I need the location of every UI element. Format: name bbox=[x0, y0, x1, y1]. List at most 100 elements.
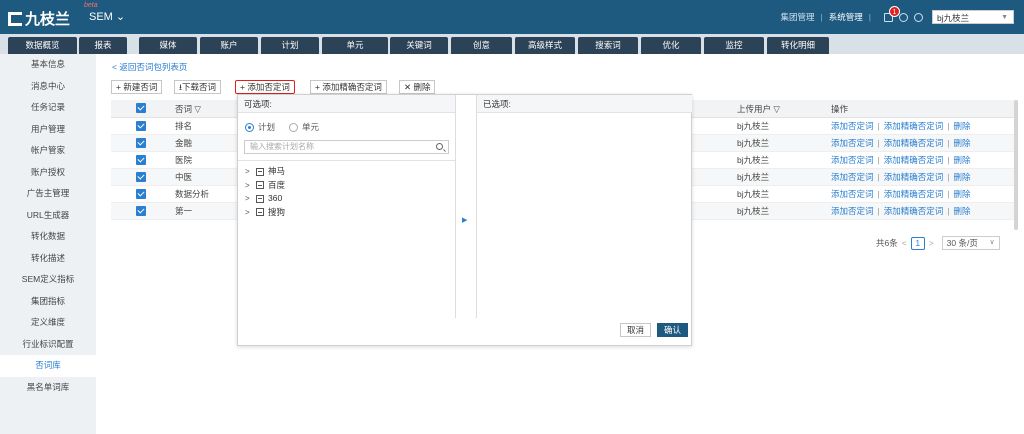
add-exact-negative-link[interactable]: 添加精确否定词 bbox=[884, 121, 944, 131]
tab-optimize[interactable]: 优化 bbox=[641, 37, 701, 54]
chevron-right-icon[interactable]: > bbox=[245, 192, 253, 206]
delete-button[interactable]: ✕ 删除 bbox=[399, 80, 436, 94]
tab-overview[interactable]: 数据概览 bbox=[8, 37, 77, 54]
tab-account[interactable]: 账户 bbox=[200, 37, 258, 54]
add-exact-negative-link[interactable]: 添加精确否定词 bbox=[884, 189, 944, 199]
sidebar-item-sem-metrics[interactable]: SEM定义指标 bbox=[0, 269, 96, 291]
sidebar-item-dimensions[interactable]: 定义维度 bbox=[0, 312, 96, 334]
add-negative-link[interactable]: 添加否定词 bbox=[831, 172, 874, 182]
sidebar-item-conversion-desc[interactable]: 转化描述 bbox=[0, 248, 96, 270]
add-exact-negative-button[interactable]: + 添加精确否定词 bbox=[310, 80, 387, 94]
group-management-link[interactable]: 集团管理 bbox=[781, 11, 815, 23]
sidebar-item-url-generator[interactable]: URL生成器 bbox=[0, 205, 96, 227]
add-negative-link[interactable]: 添加否定词 bbox=[831, 121, 874, 131]
back-link[interactable]: < 返回否词包列表页 bbox=[112, 61, 187, 73]
separator: | bbox=[877, 206, 880, 216]
page-size-select[interactable]: 30 条/页 ∨ bbox=[941, 236, 1000, 250]
tree-checkbox[interactable] bbox=[256, 208, 264, 217]
tab-creative[interactable]: 创意 bbox=[451, 37, 512, 54]
tab-conversion-detail[interactable]: 转化明细 bbox=[767, 37, 829, 54]
prev-page-icon[interactable]: < bbox=[902, 238, 907, 248]
plan-search-input[interactable]: 输入搜索计划名称 bbox=[244, 140, 449, 154]
delete-link[interactable]: 删除 bbox=[953, 138, 970, 148]
row-checkbox[interactable] bbox=[136, 189, 146, 199]
sidebar-item-negative-library[interactable]: 否词库 bbox=[0, 355, 96, 377]
delete-link[interactable]: 删除 bbox=[953, 206, 970, 216]
system-management-link[interactable]: 系统管理 bbox=[829, 11, 863, 23]
add-exact-negative-link[interactable]: 添加精确否定词 bbox=[884, 206, 944, 216]
sidebar-item-tasks[interactable]: 任务记录 bbox=[0, 97, 96, 119]
row-checkbox[interactable] bbox=[136, 121, 146, 131]
sidebar-item-authorization[interactable]: 账户授权 bbox=[0, 162, 96, 184]
row-checkbox[interactable] bbox=[136, 206, 146, 216]
sidebar-item-industry-tags[interactable]: 行业标识配置 bbox=[0, 334, 96, 356]
word-cell: 第一 bbox=[175, 206, 193, 216]
refresh-icon[interactable] bbox=[914, 12, 923, 22]
row-checkbox[interactable] bbox=[136, 138, 146, 148]
sidebar-item-account-manager[interactable]: 帐户管家 bbox=[0, 140, 96, 162]
tab-unit[interactable]: 单元 bbox=[322, 37, 388, 54]
delete-link[interactable]: 删除 bbox=[953, 121, 970, 131]
tree-item[interactable]: > 百度 bbox=[245, 179, 455, 193]
chevron-right-icon[interactable]: > bbox=[245, 165, 253, 179]
sidebar-item-users[interactable]: 用户管理 bbox=[0, 119, 96, 141]
radio-plan[interactable] bbox=[245, 122, 254, 132]
tab-media[interactable]: 媒体 bbox=[139, 37, 197, 54]
ops-cell: 添加否定词 | 添加精确否定词 | 删除 bbox=[831, 186, 970, 203]
tab-report[interactable]: 报表 bbox=[79, 37, 127, 54]
tab-search-term[interactable]: 搜索词 bbox=[578, 37, 638, 54]
filter-icon[interactable]: ▽ bbox=[773, 104, 780, 114]
chevron-down-icon: ∨ bbox=[989, 239, 995, 246]
add-exact-negative-link[interactable]: 添加精确否定词 bbox=[884, 138, 944, 148]
search-icon[interactable] bbox=[436, 143, 443, 150]
row-checkbox[interactable] bbox=[136, 155, 146, 165]
filter-icon[interactable]: ▽ bbox=[194, 104, 201, 114]
chevron-right-icon[interactable]: > bbox=[245, 206, 253, 220]
new-negative-button[interactable]: + 新建否词 bbox=[111, 80, 163, 94]
chevron-right-icon[interactable]: > bbox=[245, 179, 253, 193]
delete-link[interactable]: 删除 bbox=[953, 155, 970, 165]
add-negative-link[interactable]: 添加否定词 bbox=[831, 189, 874, 199]
tab-plan[interactable]: 计划 bbox=[261, 37, 319, 54]
add-negative-link[interactable]: 添加否定词 bbox=[831, 155, 874, 165]
sidebar-item-basic-info[interactable]: 基本信息 bbox=[0, 54, 96, 76]
tree-item[interactable]: >360 bbox=[245, 192, 455, 206]
add-negative-link[interactable]: 添加否定词 bbox=[831, 138, 874, 148]
tab-keyword[interactable]: 关键词 bbox=[390, 37, 448, 54]
tree-item[interactable]: > 搜狗 bbox=[245, 206, 455, 220]
table-scrollbar[interactable] bbox=[1014, 100, 1018, 230]
tree-checkbox[interactable] bbox=[256, 167, 264, 176]
radio-unit[interactable] bbox=[289, 122, 299, 132]
select-all-checkbox[interactable] bbox=[136, 103, 146, 113]
sidebar-item-advertisers[interactable]: 广告主管理 bbox=[0, 183, 96, 205]
sidebar-item-blacklist[interactable]: 黑名单词库 bbox=[0, 377, 96, 399]
current-page[interactable]: 1 bbox=[910, 236, 925, 250]
tree-checkbox[interactable] bbox=[256, 194, 264, 203]
next-page-icon[interactable]: > bbox=[929, 238, 934, 248]
delete-link[interactable]: 删除 bbox=[953, 189, 970, 199]
sidebar-item-conversion-data[interactable]: 转化数据 bbox=[0, 226, 96, 248]
radio-unit-label: 单元 bbox=[302, 122, 320, 132]
notification-icon[interactable]: 1 bbox=[884, 5, 900, 22]
tree-item[interactable]: > 神马 bbox=[245, 165, 455, 179]
tab-advanced-style[interactable]: 高级样式 bbox=[515, 37, 575, 54]
cancel-button[interactable]: 取消 bbox=[620, 323, 652, 337]
main-nav: 数据概览 报表 媒体 账户 计划 单元 关键词 创意 高级样式 搜索词 优化 监… bbox=[0, 34, 1024, 54]
logo[interactable]: 九枝兰 bbox=[8, 8, 70, 29]
sidebar-item-messages[interactable]: 消息中心 bbox=[0, 76, 96, 98]
add-negative-link[interactable]: 添加否定词 bbox=[831, 206, 874, 216]
help-icon[interactable] bbox=[899, 12, 908, 22]
download-negative-button[interactable]: ⭳下载否词 bbox=[174, 80, 221, 94]
tree-checkbox[interactable] bbox=[256, 181, 264, 190]
tab-monitor[interactable]: 监控 bbox=[704, 37, 764, 54]
add-negative-button[interactable]: + 添加否定词 bbox=[235, 80, 295, 94]
add-exact-negative-link[interactable]: 添加精确否定词 bbox=[884, 172, 944, 182]
delete-link[interactable]: 删除 bbox=[953, 172, 970, 182]
move-right-icon[interactable]: ▶ bbox=[462, 216, 467, 224]
account-select[interactable]: bj九枝兰 ▼ bbox=[932, 10, 1014, 24]
add-exact-negative-link[interactable]: 添加精确否定词 bbox=[884, 155, 944, 165]
row-checkbox[interactable] bbox=[136, 172, 146, 182]
sidebar-item-group-metrics[interactable]: 集团指标 bbox=[0, 291, 96, 313]
product-switcher[interactable]: SEM ⌄ bbox=[89, 10, 125, 23]
confirm-button[interactable]: 确认 bbox=[657, 323, 689, 337]
